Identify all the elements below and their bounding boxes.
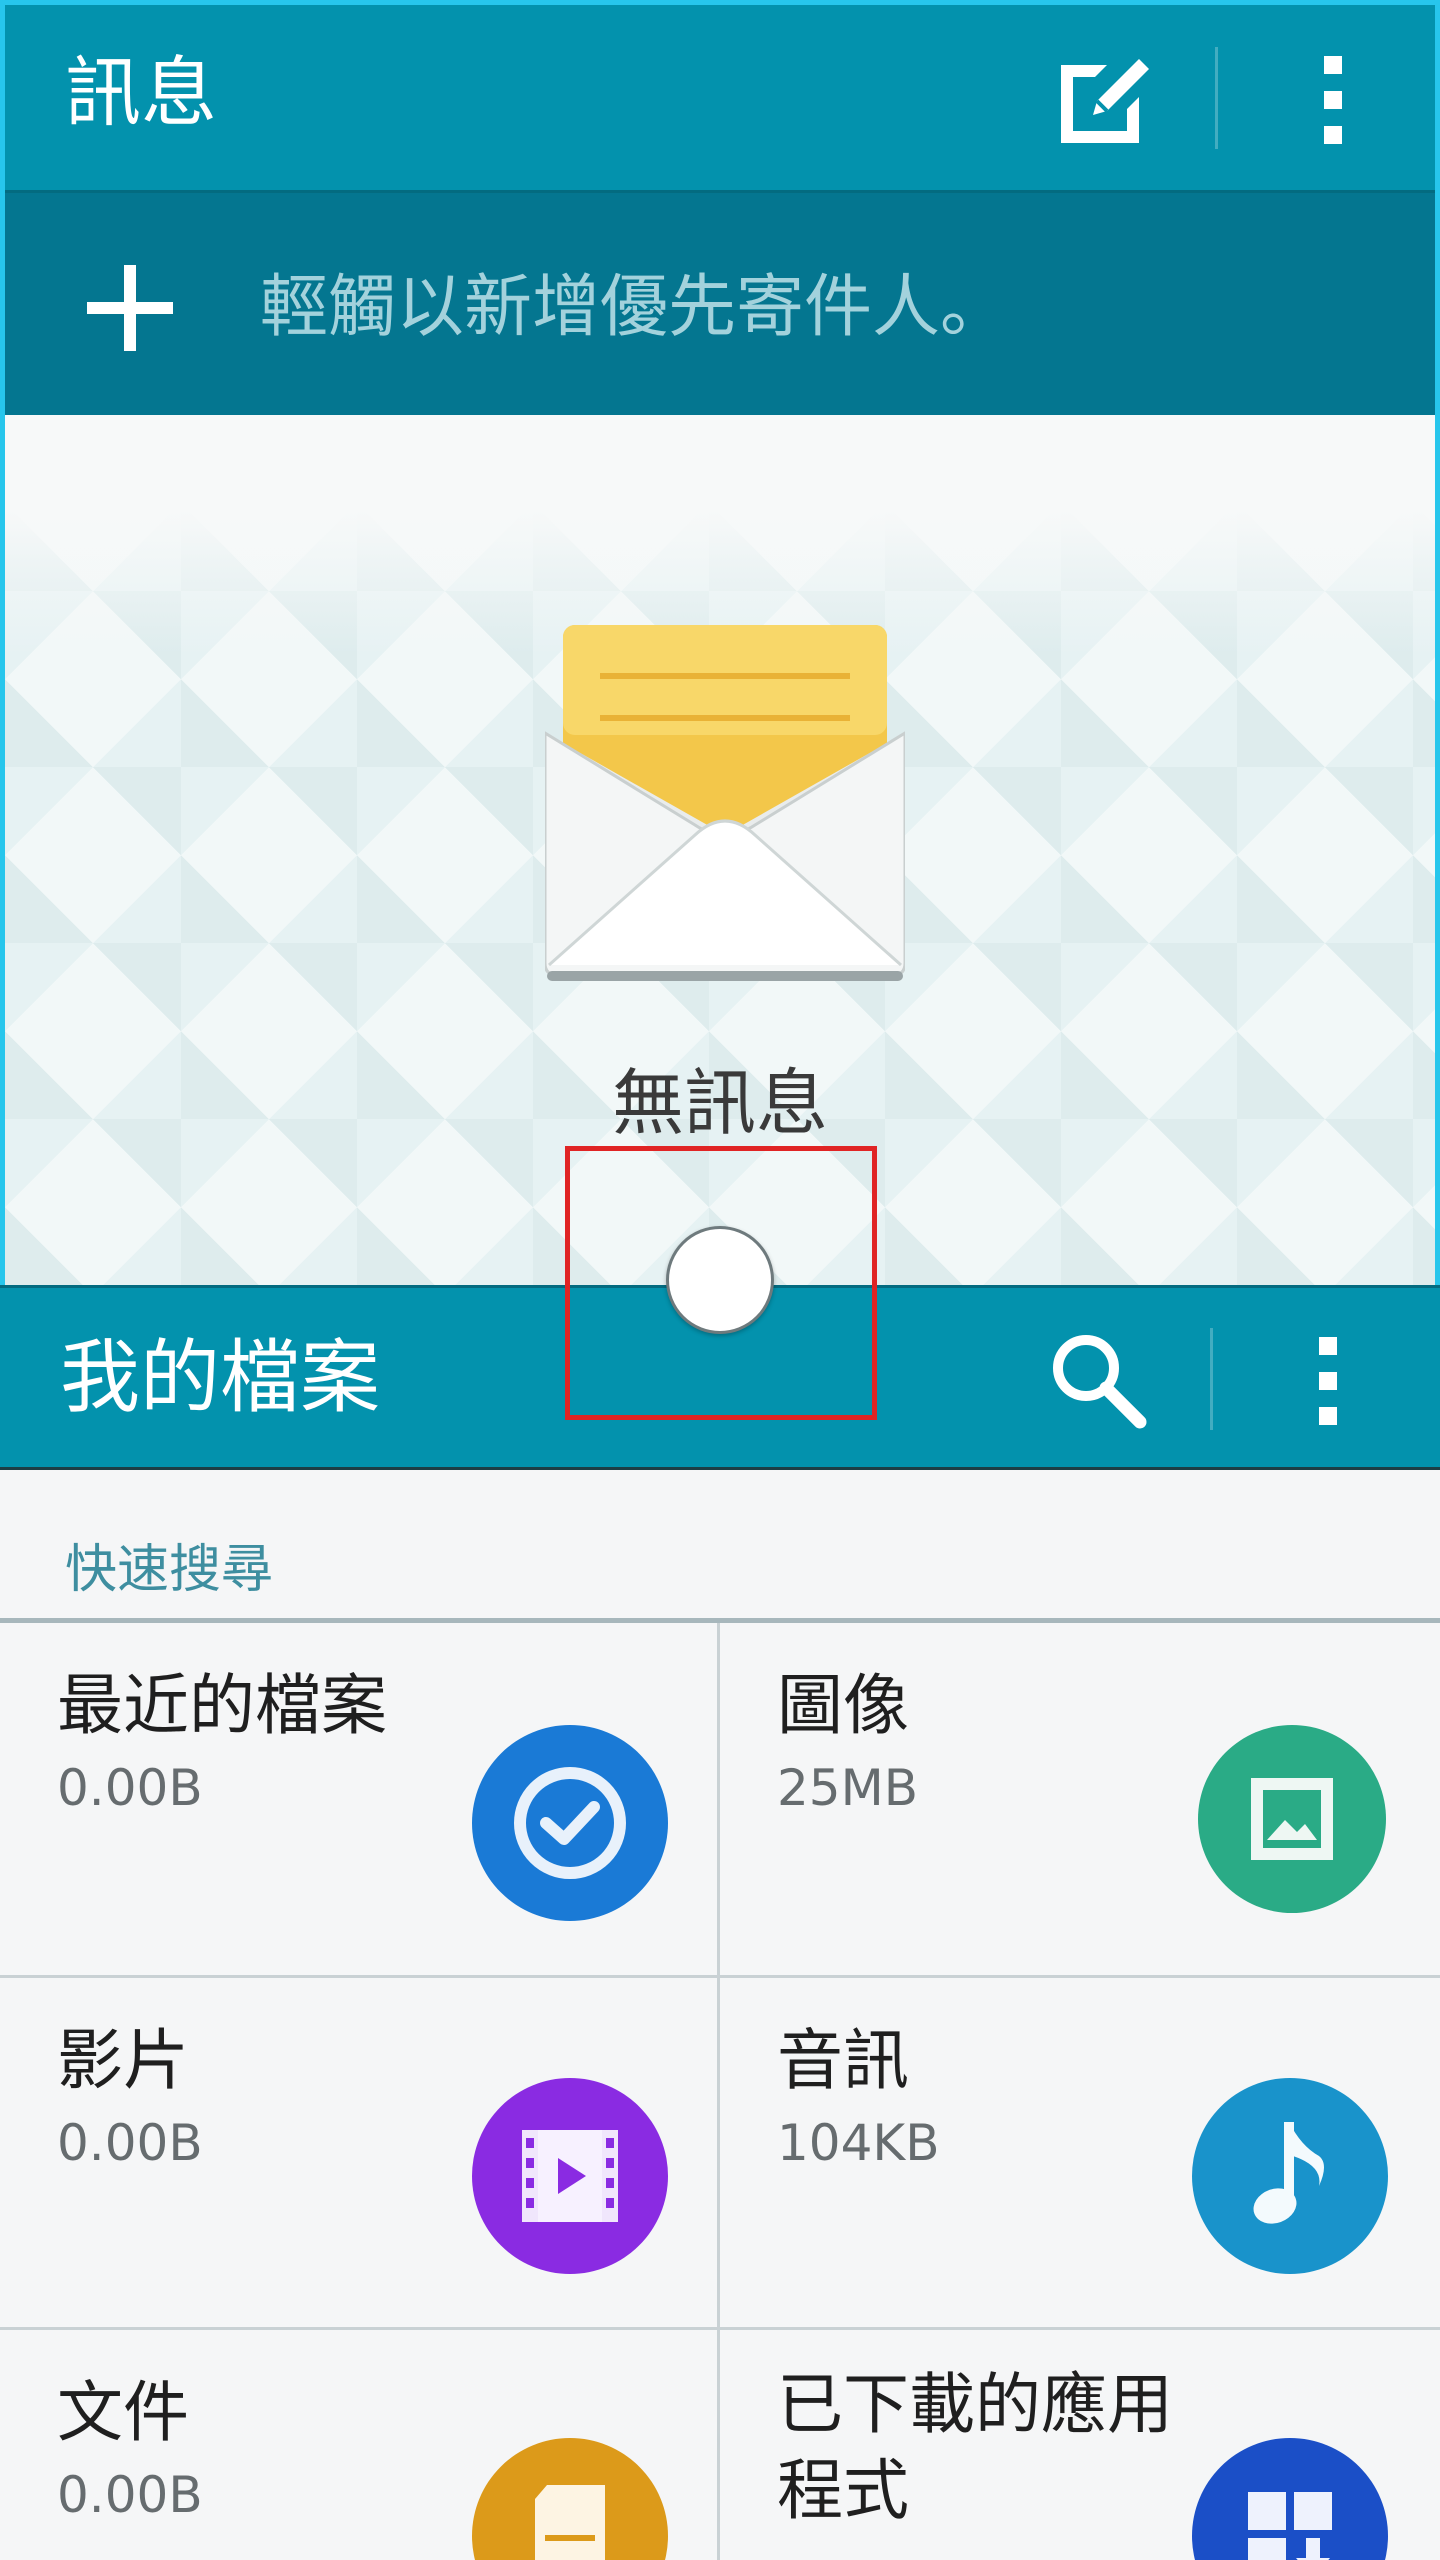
category-size: 0.00B xyxy=(57,2114,203,2172)
search-icon[interactable] xyxy=(1046,1328,1150,1432)
document-icon xyxy=(472,2438,668,2560)
category-images[interactable]: 圖像 25MB xyxy=(720,1623,1440,1973)
add-priority-sender-bar[interactable]: 輕觸以新增優先寄件人。 xyxy=(5,193,1435,415)
category-name: 文件 xyxy=(57,2374,189,2451)
recent-check-icon xyxy=(472,1725,668,1921)
envelope-icon xyxy=(543,625,907,985)
more-vert-icon[interactable] xyxy=(1303,45,1363,155)
category-size: 0.00B xyxy=(57,2466,203,2524)
messages-window: 訊息 輕觸以新增優先寄件人。 無訊息 xyxy=(0,0,1440,1285)
header-divider xyxy=(1210,1328,1213,1430)
downloaded-apps-icon xyxy=(1192,2438,1388,2560)
category-recent-files[interactable]: 最近的檔案 0.00B xyxy=(0,1623,720,1973)
more-vert-icon[interactable] xyxy=(1298,1326,1358,1436)
category-size: 25MB xyxy=(777,1759,919,1817)
category-documents[interactable]: 文件 0.00B xyxy=(0,2330,720,2560)
messages-title: 訊息 xyxy=(65,48,217,137)
no-messages-label: 無訊息 xyxy=(611,1061,828,1145)
category-downloaded-apps[interactable]: 已下載的應用 程式 xyxy=(720,2330,1440,2560)
category-size: 0.00B xyxy=(57,1759,203,1817)
my-files-title: 我的檔案 xyxy=(60,1331,380,1424)
image-icon xyxy=(1198,1725,1386,1913)
category-name: 影片 xyxy=(57,2022,189,2099)
category-name: 已下載的應用 程式 xyxy=(777,2366,1173,2529)
category-name: 圖像 xyxy=(777,1667,909,1744)
my-files-window: 我的檔案 快速搜尋 最近的檔案 0.00B 圖像 25MB 影片 0.00B 音… xyxy=(0,1285,1440,2560)
category-name: 最近的檔案 xyxy=(57,1667,387,1744)
video-icon xyxy=(472,2078,668,2274)
category-videos[interactable]: 影片 0.00B xyxy=(0,1978,720,2328)
music-note-icon xyxy=(1192,2078,1388,2274)
header-divider xyxy=(1215,47,1218,149)
category-size: 104KB xyxy=(777,2114,940,2172)
priority-sender-prompt: 輕觸以新增優先寄件人。 xyxy=(260,268,1009,347)
plus-icon xyxy=(85,263,175,353)
compose-icon[interactable] xyxy=(1055,53,1151,149)
messages-header: 訊息 xyxy=(5,5,1435,193)
highlight-box xyxy=(565,1146,877,1420)
category-audio[interactable]: 音訊 104KB xyxy=(720,1978,1440,2328)
quick-search-label: 快速搜尋 xyxy=(65,1540,274,1600)
category-name: 音訊 xyxy=(777,2022,909,2099)
